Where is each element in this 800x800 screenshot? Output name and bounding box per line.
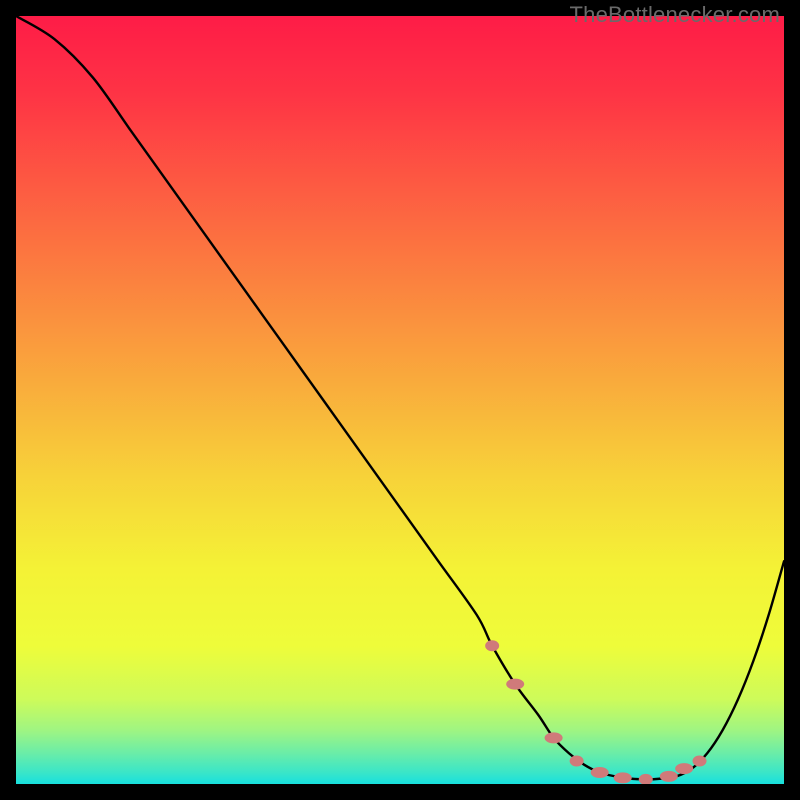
bottleneck-chart <box>16 16 784 784</box>
curve-marker <box>570 755 584 766</box>
curve-marker <box>591 767 609 778</box>
curve-marker <box>545 732 563 743</box>
watermark-text: TheBottlenecker.com <box>570 2 780 28</box>
curve-marker <box>506 679 524 690</box>
curve-marker <box>614 772 632 783</box>
curve-marker <box>660 771 678 782</box>
curve-marker <box>485 640 499 651</box>
chart-frame <box>16 16 784 784</box>
curve-marker <box>693 755 707 766</box>
curve-marker <box>675 763 693 774</box>
